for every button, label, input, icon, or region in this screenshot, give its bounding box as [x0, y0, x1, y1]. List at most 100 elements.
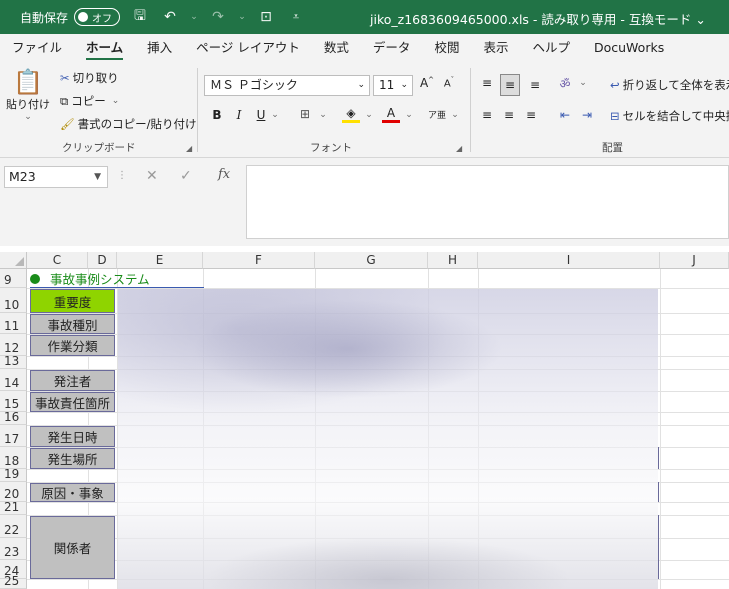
row-header[interactable]: 13: [0, 354, 27, 369]
column-header-g[interactable]: G: [315, 252, 428, 269]
label-cause[interactable]: 原因・事象: [30, 483, 115, 502]
row-header[interactable]: 10: [0, 288, 27, 313]
label-responsible-location[interactable]: 事故責任箇所: [30, 392, 115, 412]
phonetic-icon[interactable]: ア亜: [428, 108, 446, 121]
font-name-combo[interactable]: ＭＳ Ｐゴシック ⌄: [204, 75, 370, 96]
formula-splitter-icon[interactable]: ⋮: [117, 170, 127, 181]
row-header[interactable]: 21: [0, 500, 27, 515]
sheet-title[interactable]: 事故事例システム: [30, 270, 150, 287]
row-header[interactable]: 25: [0, 574, 27, 589]
format-painter-button[interactable]: 🖌 書式のコピー/貼り付け: [60, 116, 196, 132]
row-header[interactable]: 9: [0, 269, 27, 288]
label-severity[interactable]: 重要度: [30, 289, 115, 313]
cut-button[interactable]: ✂ 切り取り: [60, 70, 119, 86]
font-color-icon[interactable]: A: [382, 106, 400, 123]
label-client[interactable]: 発注者: [30, 370, 115, 391]
row-header[interactable]: 12: [0, 334, 27, 356]
orientation-icon[interactable]: ॐ: [556, 75, 574, 92]
increase-font-icon[interactable]: A^: [418, 76, 436, 90]
label-persons[interactable]: 関係者: [30, 516, 115, 579]
tab-help[interactable]: ヘルプ: [520, 34, 582, 62]
column-header-h[interactable]: H: [428, 252, 478, 269]
font-color-dropdown-icon[interactable]: ⌄: [400, 110, 418, 120]
clipboard-launcher-icon[interactable]: ◢: [186, 144, 192, 153]
select-all-corner[interactable]: [0, 252, 27, 269]
label-accident-type[interactable]: 事故種別: [30, 314, 115, 334]
ribbon-tabs: ファイル ホーム 挿入 ページ レイアウト 数式 データ 校閲 表示 ヘルプ D…: [0, 34, 729, 62]
formula-input[interactable]: [246, 165, 729, 239]
tab-insert[interactable]: 挿入: [135, 34, 184, 62]
row-header[interactable]: 18: [0, 447, 27, 469]
row-header[interactable]: 20: [0, 482, 27, 502]
align-center-icon[interactable]: ≡: [500, 108, 518, 122]
column-header-c[interactable]: C: [27, 252, 88, 269]
fill-color-dropdown-icon[interactable]: ⌄: [360, 110, 378, 120]
row-header[interactable]: 23: [0, 538, 27, 560]
column-header-d[interactable]: D: [88, 252, 117, 269]
italic-button[interactable]: I: [230, 108, 248, 122]
bold-button[interactable]: B: [208, 108, 226, 122]
autosave-toggle[interactable]: オフ: [74, 8, 121, 26]
redo-dropdown-icon[interactable]: ⌄: [238, 12, 246, 22]
row-header[interactable]: 15: [0, 391, 27, 412]
column-header-i[interactable]: I: [478, 252, 660, 269]
undo-dropdown-icon[interactable]: ⌄: [190, 12, 198, 22]
align-bottom-icon[interactable]: ≡: [526, 78, 544, 92]
orientation-dropdown-icon[interactable]: ⌄: [574, 78, 592, 88]
column-header-j[interactable]: J: [660, 252, 729, 269]
camera-icon[interactable]: ⊡: [256, 9, 276, 25]
decrease-indent-icon[interactable]: ⇤: [556, 108, 574, 122]
tab-page-layout[interactable]: ページ レイアウト: [184, 34, 312, 62]
ribbon: 📋 貼り付け ⌄ ✂ 切り取り ⧉ コピー ⌄ 🖌 書式のコピー/貼り付け クリ…: [0, 62, 729, 158]
cancel-icon[interactable]: ✕: [146, 168, 158, 184]
row-header[interactable]: 11: [0, 313, 27, 334]
scissors-icon: ✂: [60, 71, 70, 85]
clipboard-group-label: クリップボード: [62, 142, 136, 154]
font-launcher-icon[interactable]: ◢: [456, 144, 462, 153]
tab-view[interactable]: 表示: [471, 34, 520, 62]
row-header[interactable]: 22: [0, 515, 27, 538]
label-work-category[interactable]: 作業分類: [30, 335, 115, 356]
align-right-icon[interactable]: ≡: [522, 108, 540, 122]
insert-function-icon[interactable]: fx: [218, 167, 230, 182]
redo-icon[interactable]: ↷: [208, 9, 228, 25]
underline-dropdown-icon[interactable]: ⌄: [266, 110, 284, 120]
increase-indent-icon[interactable]: ⇥: [578, 108, 596, 122]
decrease-font-icon[interactable]: Aˇ: [440, 76, 458, 89]
align-left-icon[interactable]: ≡: [478, 108, 496, 122]
row-header[interactable]: 19: [0, 467, 27, 482]
font-size-combo[interactable]: 11 ⌄: [373, 75, 413, 96]
wrap-text-label: 折り返して全体を表示: [622, 78, 729, 92]
label-datetime[interactable]: 発生日時: [30, 426, 115, 447]
merge-center-button[interactable]: ⊟ セルを結合して中央揃: [610, 108, 729, 124]
row-header[interactable]: 16: [0, 410, 27, 425]
save-icon[interactable]: 🖫: [130, 5, 150, 29]
paste-button[interactable]: 📋 貼り付け ⌄: [6, 68, 50, 122]
separator: [470, 68, 471, 152]
border-dropdown-icon[interactable]: ⌄: [314, 110, 332, 120]
tab-file[interactable]: ファイル: [0, 34, 74, 62]
tab-formulas[interactable]: 数式: [312, 34, 361, 62]
name-box[interactable]: M23 ▼: [4, 166, 108, 188]
border-icon[interactable]: ⊞: [296, 107, 314, 121]
label-location[interactable]: 発生場所: [30, 448, 115, 469]
copy-button[interactable]: ⧉ コピー ⌄: [60, 93, 119, 109]
row-header[interactable]: 14: [0, 369, 27, 391]
tab-docuworks[interactable]: DocuWorks: [582, 34, 676, 62]
column-header-f[interactable]: F: [203, 252, 315, 269]
tab-review[interactable]: 校閲: [422, 34, 471, 62]
copy-icon: ⧉: [60, 93, 69, 108]
align-top-icon[interactable]: ≡: [478, 76, 496, 90]
tab-home[interactable]: ホーム: [74, 34, 135, 62]
undo-icon[interactable]: ↶: [160, 9, 180, 25]
align-middle-icon[interactable]: ≡: [500, 74, 520, 96]
column-header-e[interactable]: E: [117, 252, 203, 269]
row-header[interactable]: 17: [0, 425, 27, 447]
customize-qat-icon[interactable]: ⩡: [286, 10, 306, 24]
tab-data[interactable]: データ: [361, 34, 423, 62]
enter-icon[interactable]: ✓: [180, 168, 192, 184]
phonetic-dropdown-icon[interactable]: ⌄: [446, 110, 464, 120]
title-bar: 自動保存 オフ 🖫 ↶ ⌄ ↷ ⌄ ⊡ ⩡ jiko_z168360946500…: [0, 0, 729, 34]
fill-color-icon[interactable]: ◈: [342, 106, 360, 123]
wrap-text-button[interactable]: ↩ 折り返して全体を表示: [610, 77, 729, 93]
